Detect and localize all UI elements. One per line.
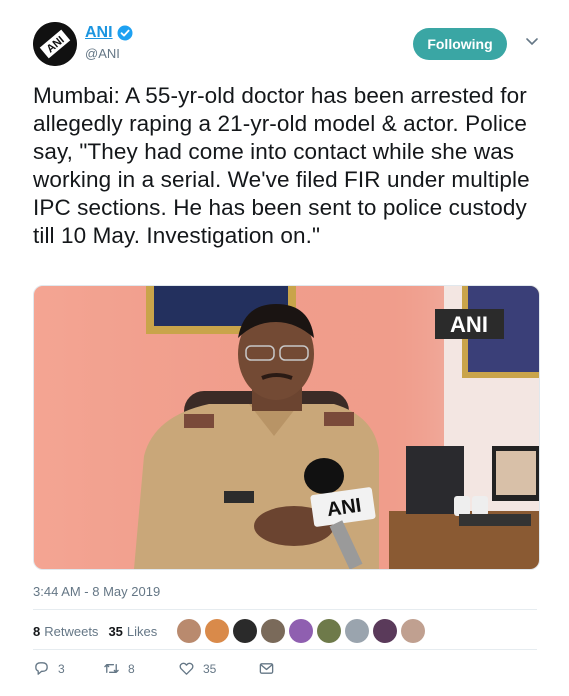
liker-avatar[interactable] (317, 619, 342, 643)
likes-stat[interactable]: 35 Likes (108, 624, 157, 639)
message-icon (259, 663, 274, 674)
message-action[interactable] (258, 660, 275, 677)
avatar[interactable]: ANI (33, 22, 77, 66)
liker-avatar[interactable] (289, 619, 314, 643)
retweets-label: Retweets (44, 623, 99, 639)
like-action[interactable]: 35 (178, 660, 258, 677)
liker-avatar[interactable] (205, 619, 230, 643)
liker-avatar[interactable] (373, 619, 398, 643)
tweet-media-image[interactable]: ANI ANI (33, 285, 540, 570)
ani-logo-icon: ANI (33, 22, 77, 66)
like-icon (179, 662, 194, 675)
liker-avatar[interactable] (345, 619, 370, 643)
reply-count: 3 (58, 661, 65, 676)
reply-action[interactable]: 3 (33, 660, 103, 677)
liker-avatar[interactable] (233, 619, 258, 643)
liker-avatar[interactable] (261, 619, 286, 643)
display-name[interactable]: ANI (85, 24, 113, 42)
retweet-icon (104, 664, 119, 673)
tweet-actions: 3 8 35 (33, 660, 275, 677)
retweet-count: 8 (128, 661, 135, 676)
tweet-timestamp[interactable]: 3:44 AM - 8 May 2019 (33, 584, 160, 599)
verified-icon (117, 25, 133, 41)
likes-count: 35 (108, 623, 123, 639)
tweet-header: ANI ANI @ANI Following (33, 22, 541, 72)
tweet-text: Mumbai: A 55-yr-old doctor has been arre… (33, 83, 530, 248)
following-button[interactable]: Following (413, 28, 507, 60)
engagement-stats: 8 Retweets 35 Likes (33, 614, 538, 648)
divider (33, 649, 537, 650)
liker-avatars (177, 619, 426, 643)
liker-avatar[interactable] (401, 619, 426, 643)
media-watermark: ANI (450, 312, 488, 337)
like-count: 35 (203, 661, 217, 676)
handle: @ANI (85, 46, 120, 61)
chevron-down-icon[interactable] (525, 34, 539, 48)
retweets-stat[interactable]: 8 Retweets (33, 624, 98, 639)
author-block: ANI @ANI (85, 24, 133, 61)
divider (33, 609, 537, 610)
likes-label: Likes (126, 623, 158, 639)
reply-icon (35, 662, 48, 675)
liker-avatar[interactable] (177, 619, 202, 643)
retweet-action[interactable]: 8 (103, 660, 178, 677)
retweets-count: 8 (33, 623, 41, 639)
